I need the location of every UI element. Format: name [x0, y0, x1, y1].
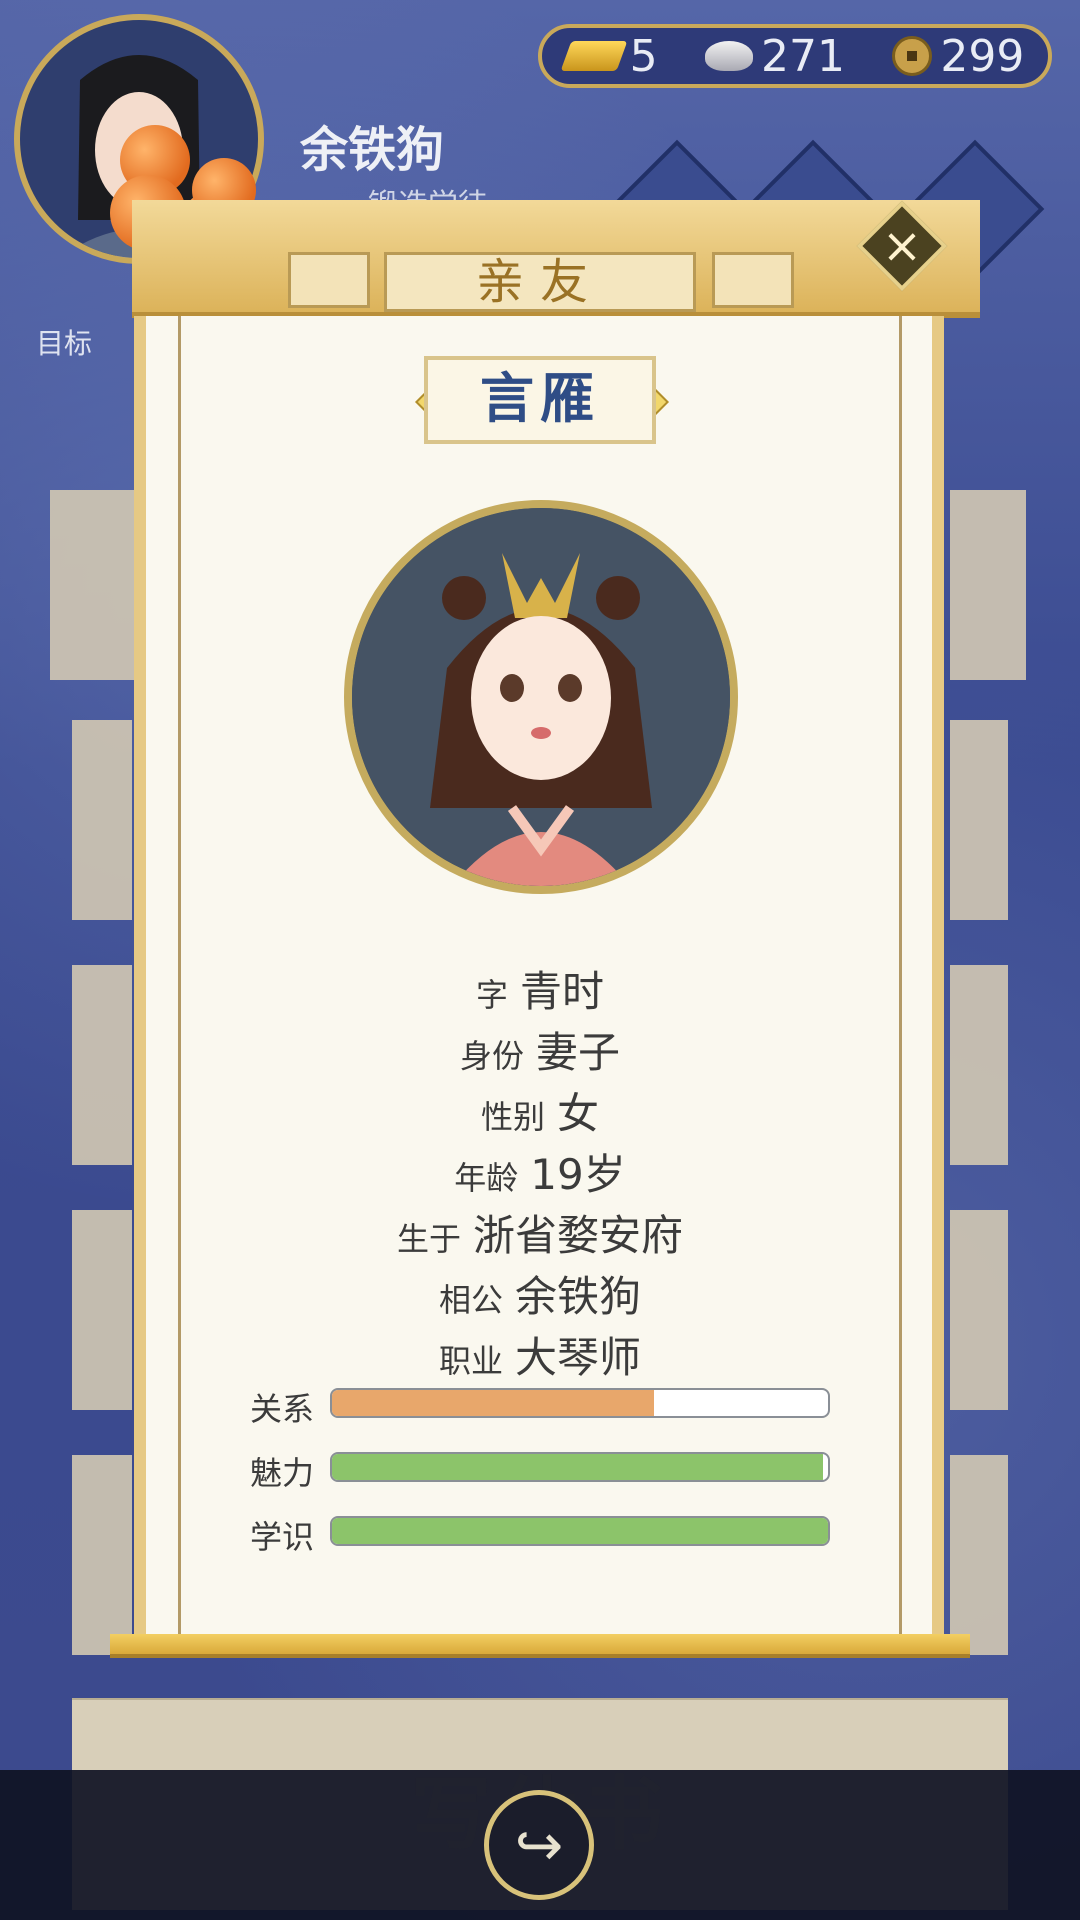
stat-bar-fill	[332, 1518, 828, 1544]
info-value: 19岁	[530, 1150, 626, 1199]
info-value: 余铁狗	[515, 1272, 642, 1321]
gold-counter: 5	[560, 30, 658, 82]
coin-amount: 299	[940, 30, 1025, 82]
info-row: 字青时	[180, 958, 900, 1019]
info-value: 浙省婺安府	[473, 1211, 684, 1260]
header-ornament-box	[712, 252, 794, 308]
info-key: 年龄	[454, 1159, 519, 1197]
info-row: 生于 浙省婺安府	[180, 1202, 900, 1263]
info-row: 身份 妻子	[180, 1019, 900, 1080]
share-button[interactable]: ↪	[484, 1790, 594, 1900]
gold-amount: 5	[629, 30, 658, 82]
close-icon[interactable]: ×	[870, 214, 934, 278]
background-card-left	[72, 1210, 132, 1410]
info-value: 大琴师	[515, 1333, 642, 1382]
coin-counter: 299	[892, 31, 1024, 82]
info-row: 性别女	[180, 1080, 900, 1141]
character-portrait	[344, 500, 738, 894]
background-card-left	[72, 965, 132, 1165]
silver-ingot-icon	[705, 41, 754, 71]
scroll-bottom-rod	[110, 1634, 970, 1658]
player-name: 余铁狗	[300, 122, 445, 178]
stat-label: 关系	[250, 1390, 315, 1428]
silver-counter: 271	[705, 31, 845, 82]
stat-label: 魅力	[250, 1454, 315, 1492]
info-key: 生于	[396, 1220, 461, 1258]
info-key: 身份	[459, 1037, 524, 1075]
info-row: 年龄 19岁	[180, 1141, 900, 1202]
info-value: 女	[557, 1089, 600, 1138]
background-card-left	[72, 1455, 132, 1655]
info-value: 妻子	[536, 1028, 621, 1077]
currency-bar: 5 271 299	[538, 24, 1052, 88]
info-row: 职业 大琴师	[180, 1324, 900, 1385]
character-name: 言雁	[424, 356, 656, 444]
panel-tab-title: 亲友	[384, 252, 696, 312]
background-card-left	[50, 490, 140, 680]
info-row: 相公 余铁狗	[180, 1263, 900, 1324]
stat-bar	[330, 1516, 830, 1546]
background-card-left	[72, 720, 132, 920]
info-key: 职业	[438, 1342, 503, 1380]
stat-label: 学识	[250, 1518, 315, 1556]
background-card-right	[950, 965, 1008, 1165]
info-value: 青时	[520, 967, 605, 1016]
background-card-right	[950, 1455, 1008, 1655]
copper-coin-icon	[892, 36, 933, 76]
silver-amount: 271	[761, 30, 845, 82]
background-card-right	[950, 1210, 1008, 1410]
stat-bar	[330, 1388, 830, 1418]
share-icon: ↪	[514, 1811, 564, 1879]
info-key: 字	[475, 976, 508, 1014]
gold-ingot-icon	[560, 41, 628, 71]
info-key: 相公	[438, 1281, 503, 1319]
background-card-right	[950, 720, 1008, 920]
stat-bar	[330, 1452, 830, 1482]
header-ornament-box	[288, 252, 370, 308]
goal-button[interactable]: 目标	[36, 322, 92, 362]
stat-bar-fill	[332, 1390, 655, 1416]
stat-bar-fill	[332, 1454, 824, 1480]
info-key: 性别	[480, 1098, 545, 1136]
background-card-right	[950, 490, 1026, 680]
